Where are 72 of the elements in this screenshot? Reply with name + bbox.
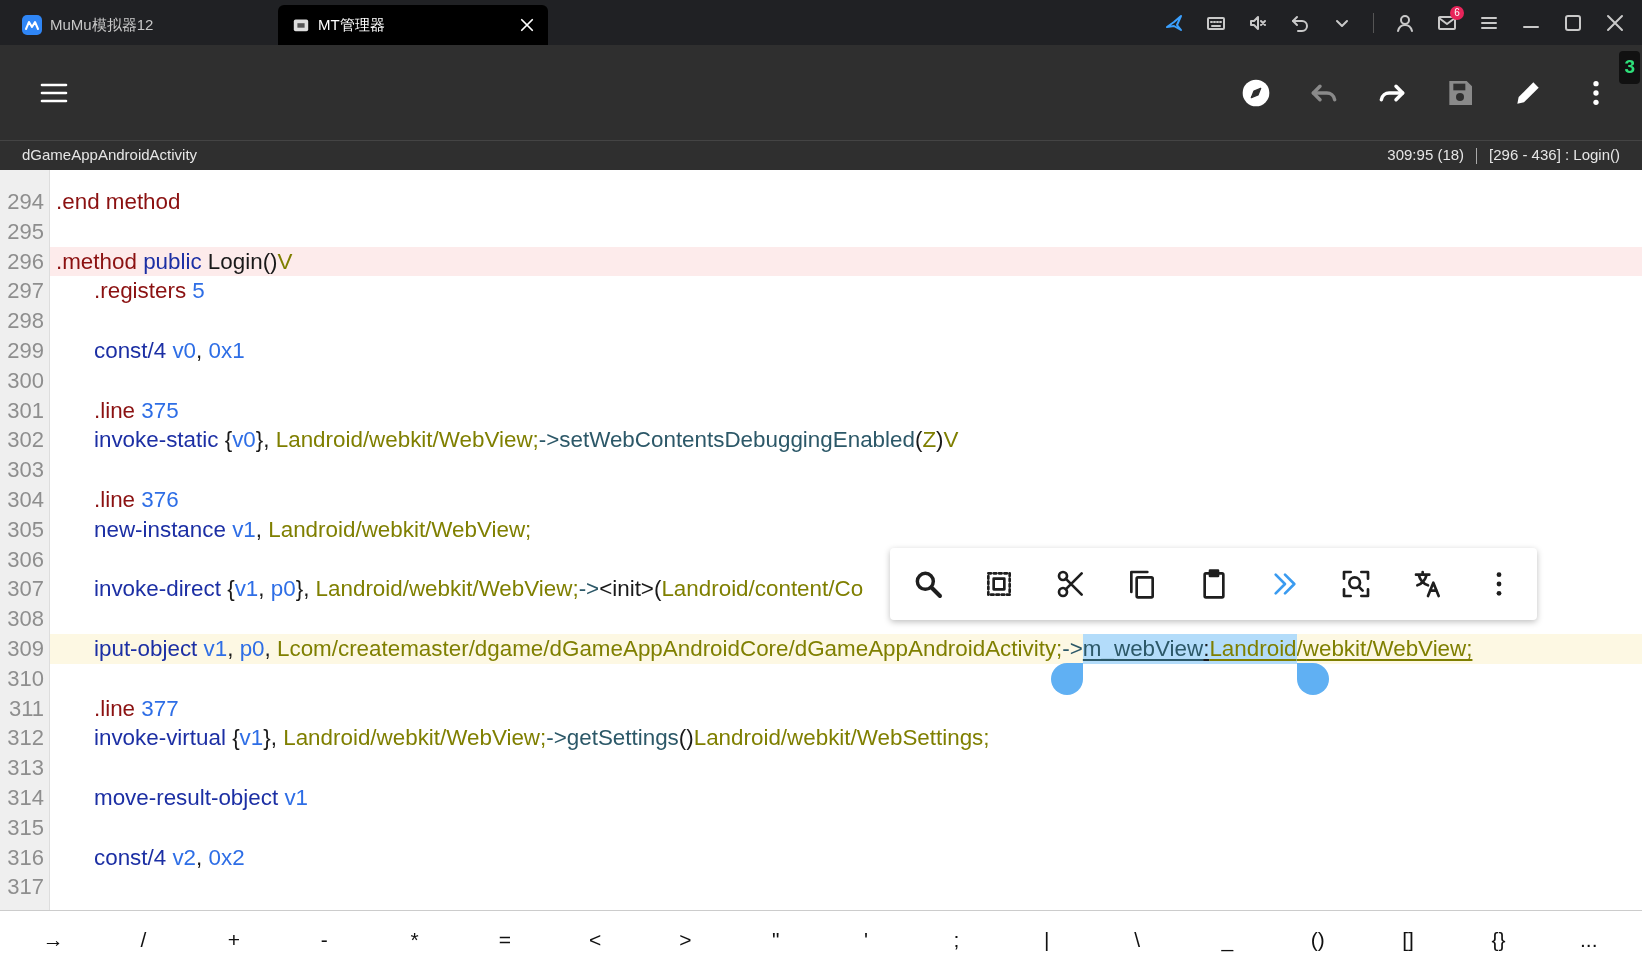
- line-number: 294: [6, 188, 45, 216]
- line-number: 301: [6, 396, 45, 425]
- close-icon[interactable]: [520, 18, 534, 32]
- symbol-key[interactable]: {}: [1453, 911, 1544, 969]
- code-line: move-result-object v1: [93, 783, 309, 812]
- line-number: 316: [6, 843, 45, 872]
- symbol-key[interactable]: ...: [1543, 911, 1634, 969]
- line-number: 299: [6, 337, 45, 365]
- code-line: invoke-static {v0}, Landroid/webkit/WebView;->setWebContentsDebuggingEnabled(Z)V: [93, 426, 959, 455]
- line-number: 313: [6, 754, 45, 783]
- counter-badge: 3: [1619, 51, 1640, 84]
- line-number: 314: [6, 783, 45, 812]
- maximize-icon[interactable]: [1563, 12, 1583, 33]
- symbol-key[interactable]: →: [8, 911, 99, 969]
- code-line: .method public Login()V: [56, 247, 293, 276]
- line-number: 303: [6, 456, 45, 485]
- symbol-key[interactable]: ': [820, 911, 912, 969]
- symbol-key[interactable]: <: [549, 911, 641, 969]
- symbol-key[interactable]: -: [279, 911, 370, 969]
- code-line: .line 377: [93, 694, 179, 723]
- window-tab[interactable]: MT管理器: [278, 5, 548, 45]
- symbol-key[interactable]: +: [188, 911, 279, 969]
- code-line: .end method: [56, 188, 181, 216]
- code-line: const/4 v2, 0x2: [93, 843, 245, 872]
- notification-badge: 6: [1450, 5, 1464, 20]
- line-number: 312: [6, 724, 45, 753]
- code-text: /webkit/WebView;: [1296, 634, 1473, 663]
- line-number: 317: [6, 873, 45, 902]
- code-line: iput-object v1, p0, Lcom/createmaster/dgame/dGameAppAndroidCore/dGameAppAndroidActivity;->: [93, 634, 1083, 663]
- line-number: 304: [6, 485, 45, 514]
- line-number: 295: [6, 217, 45, 246]
- symbol-key[interactable]: =: [459, 911, 550, 969]
- method-range: [296 - 436] : Login(): [1489, 145, 1620, 166]
- line-number: 307: [6, 575, 45, 604]
- app-logo-icon: [22, 15, 42, 35]
- symbol-key[interactable]: \: [1091, 911, 1183, 969]
- symbol-key[interactable]: |: [1001, 911, 1092, 969]
- code-line: invoke-virtual {v1}, Landroid/webkit/WebView;->getSettings()Landroid/webkit/WebSettings;: [93, 724, 990, 753]
- symbol-key[interactable]: _: [1182, 911, 1273, 969]
- symbol-key[interactable]: ": [730, 911, 821, 969]
- class-name-label: dGameAppAndroidActivity: [22, 145, 198, 166]
- code-line: .registers 5: [93, 277, 205, 306]
- user-icon[interactable]: [1395, 12, 1415, 33]
- selected-text[interactable]: m_webView:Landroid: [1082, 633, 1297, 664]
- symbol-key[interactable]: *: [369, 911, 460, 969]
- window-tab[interactable]: MuMu模拟器12: [8, 5, 278, 45]
- code-line: new-instance v1, Landroid/webkit/WebView;: [93, 515, 532, 544]
- code-line: invoke-direct {v1, p0}, Landroid/webkit/WebView;-><init>(Landroid/content/Co: [93, 575, 864, 604]
- code-line: .line 375: [93, 396, 179, 425]
- line-number: 309: [6, 634, 45, 663]
- line-number: 308: [6, 605, 45, 634]
- symbol-key[interactable]: []: [1362, 911, 1454, 969]
- line-number: 298: [6, 307, 45, 336]
- code-line: const/4 v0, 0x1: [93, 337, 245, 365]
- selection-handle[interactable]: [1296, 662, 1329, 695]
- line-number: 306: [6, 545, 45, 574]
- cursor-position: 309:95 (18): [1387, 145, 1465, 166]
- line-number: 300: [6, 366, 45, 395]
- symbol-key[interactable]: ;: [911, 911, 1002, 969]
- symbol-key[interactable]: /: [98, 911, 189, 969]
- line-number: 296: [6, 247, 45, 276]
- line-number: 297: [6, 277, 45, 306]
- line-number: 302: [6, 426, 45, 455]
- close-icon[interactable]: [1605, 12, 1625, 33]
- code-line: .line 376: [93, 485, 179, 514]
- line-number: 315: [6, 813, 45, 842]
- selection-handle[interactable]: [1050, 662, 1083, 695]
- symbol-key[interactable]: (): [1272, 911, 1363, 969]
- line-number: 310: [6, 664, 45, 693]
- line-number: 311: [7, 694, 45, 723]
- symbol-key[interactable]: >: [640, 911, 731, 969]
- line-number: 305: [6, 515, 45, 544]
